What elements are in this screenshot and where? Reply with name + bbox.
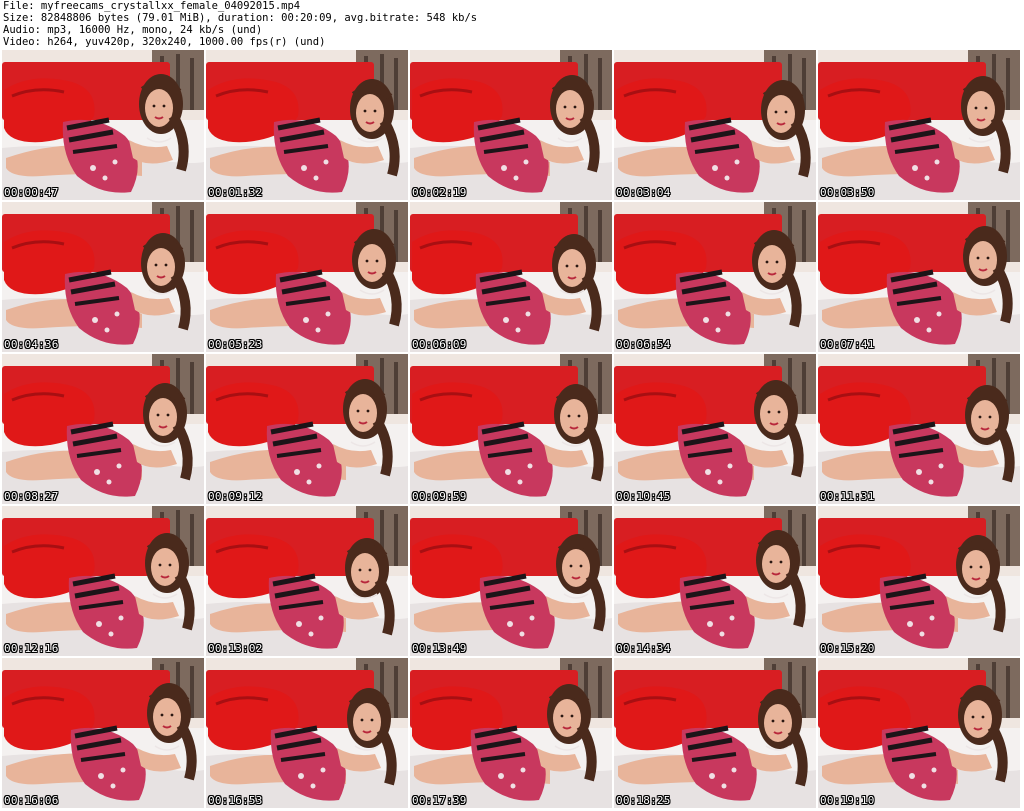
frame-timestamp: 00:14:34 [616,642,671,655]
frame-timestamp: 00:19:10 [820,794,875,807]
frame-image [818,354,1020,504]
frame-image [818,50,1020,200]
file-name-line: File: myfreecams_crystallxx_female_04092… [3,0,301,12]
file-info-header: File: myfreecams_crystallxx_female_04092… [3,0,1021,48]
frame-image [206,354,408,504]
video-frame-thumbnail: 00:09:59 [410,354,612,504]
frame-timestamp: 00:05:23 [208,338,263,351]
frame-image [614,354,816,504]
video-frame-thumbnail: 00:14:34 [614,506,816,656]
video-frame-thumbnail: 00:19:10 [818,658,1020,808]
frame-timestamp: 00:08:27 [4,490,59,503]
video-frame-thumbnail: 00:18:25 [614,658,816,808]
frame-timestamp: 00:16:53 [208,794,263,807]
frame-image [614,202,816,352]
frame-timestamp: 00:13:02 [208,642,263,655]
frame-timestamp: 00:06:54 [616,338,671,351]
video-frame-thumbnail: 00:06:09 [410,202,612,352]
video-frame-thumbnail: 00:07:41 [818,202,1020,352]
frame-timestamp: 00:01:32 [208,186,263,199]
frame-timestamp: 00:17:39 [412,794,467,807]
thumbnail-grid: 00:00:47 00:01:32 00:02:19 00:03:04 00:0… [2,50,1022,811]
video-frame-thumbnail: 00:12:16 [2,506,204,656]
frame-timestamp: 00:18:25 [616,794,671,807]
video-frame-thumbnail: 00:03:50 [818,50,1020,200]
frame-image [410,202,612,352]
frame-image [614,506,816,656]
frame-image [818,506,1020,656]
video-frame-thumbnail: 00:03:04 [614,50,816,200]
video-frame-thumbnail: 00:06:54 [614,202,816,352]
video-frame-thumbnail: 00:16:06 [2,658,204,808]
frame-image [206,202,408,352]
video-frame-thumbnail: 00:10:45 [614,354,816,504]
video-frame-thumbnail: 00:00:47 [2,50,204,200]
frame-image [206,506,408,656]
frame-image [2,354,204,504]
video-frame-thumbnail: 00:15:20 [818,506,1020,656]
frame-image [410,354,612,504]
frame-timestamp: 00:16:06 [4,794,59,807]
audio-info-line: Audio: mp3, 16000 Hz, mono, 24 kb/s (und… [3,24,263,36]
frame-timestamp: 00:09:12 [208,490,263,503]
frame-timestamp: 00:13:49 [412,642,467,655]
frame-image [2,202,204,352]
frame-image [410,50,612,200]
frame-image [614,50,816,200]
frame-timestamp: 00:04:36 [4,338,59,351]
frame-image [2,50,204,200]
frame-image [818,202,1020,352]
frame-timestamp: 00:06:09 [412,338,467,351]
frame-timestamp: 00:09:59 [412,490,467,503]
frame-image [410,506,612,656]
frame-timestamp: 00:10:45 [616,490,671,503]
frame-timestamp: 00:03:04 [616,186,671,199]
frame-image [614,658,816,808]
frame-image [2,506,204,656]
video-frame-thumbnail: 00:04:36 [2,202,204,352]
video-frame-thumbnail: 00:17:39 [410,658,612,808]
video-frame-thumbnail: 00:08:27 [2,354,204,504]
file-size-line: Size: 82848806 bytes (79.01 MiB), durati… [3,12,478,24]
frame-timestamp: 00:02:19 [412,186,467,199]
frame-timestamp: 00:03:50 [820,186,875,199]
video-info-line: Video: h264, yuv420p, 320x240, 1000.00 f… [3,36,326,48]
frame-image [410,658,612,808]
video-frame-thumbnail: 00:01:32 [206,50,408,200]
video-frame-thumbnail: 00:11:31 [818,354,1020,504]
video-frame-thumbnail: 00:02:19 [410,50,612,200]
video-frame-thumbnail: 00:16:53 [206,658,408,808]
frame-timestamp: 00:07:41 [820,338,875,351]
frame-image [818,658,1020,808]
frame-timestamp: 00:11:31 [820,490,875,503]
frame-image [2,658,204,808]
video-frame-thumbnail: 00:05:23 [206,202,408,352]
frame-image [206,50,408,200]
video-frame-thumbnail: 00:09:12 [206,354,408,504]
video-frame-thumbnail: 00:13:49 [410,506,612,656]
frame-image [206,658,408,808]
frame-timestamp: 00:00:47 [4,186,59,199]
frame-timestamp: 00:15:20 [820,642,875,655]
video-frame-thumbnail: 00:13:02 [206,506,408,656]
frame-timestamp: 00:12:16 [4,642,59,655]
